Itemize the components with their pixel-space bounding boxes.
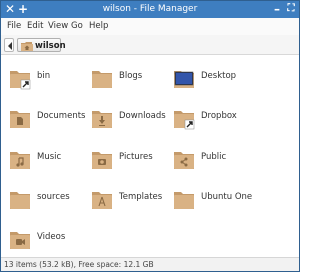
file-item-label: Downloads bbox=[119, 111, 166, 121]
file-item-documents[interactable]: Documents bbox=[3, 102, 95, 136]
location-bar: wilson bbox=[1, 35, 299, 55]
home-folder-icon bbox=[21, 42, 33, 51]
chevron-left-icon bbox=[8, 42, 12, 50]
file-item-public[interactable]: Public bbox=[167, 143, 259, 177]
file-item-label: Desktop bbox=[201, 71, 237, 81]
file-item-label: bin bbox=[37, 71, 51, 81]
folder-link-icon bbox=[174, 111, 195, 130]
window-title: wilson - File Manager bbox=[102, 4, 198, 14]
videos-folder-icon bbox=[10, 232, 30, 249]
menu-bar: File Edit View Go Help bbox=[1, 18, 299, 35]
file-item-music[interactable]: Music bbox=[3, 143, 95, 177]
file-item-downloads[interactable]: Downloads bbox=[85, 102, 177, 136]
title-bar: ✕ + wilson - File Manager – ⛶ bbox=[1, 1, 299, 18]
file-item-label: Pictures bbox=[119, 152, 153, 162]
status-bar: 13 items (53.2 kB), Free space: 12.1 GB bbox=[1, 257, 299, 271]
status-text: 13 items (53.2 kB), Free space: 12.1 GB bbox=[4, 260, 154, 269]
menu-edit[interactable]: Edit bbox=[27, 21, 43, 31]
file-item-label: Videos bbox=[37, 232, 66, 242]
file-item-label: Templates bbox=[119, 192, 163, 202]
menu-go[interactable]: Go bbox=[71, 21, 83, 31]
file-item-bin[interactable]: bin bbox=[3, 62, 95, 96]
back-button[interactable] bbox=[4, 38, 14, 52]
file-item-blogs[interactable]: Blogs bbox=[85, 62, 177, 96]
file-item-label: Blogs bbox=[119, 71, 143, 81]
file-item-label: sources bbox=[37, 192, 70, 202]
minimize-icon[interactable]: – bbox=[271, 3, 283, 15]
breadcrumb-home[interactable]: wilson bbox=[17, 38, 66, 52]
menu-file[interactable]: File bbox=[7, 21, 21, 31]
file-item-label: Public bbox=[201, 152, 227, 162]
menu-help[interactable]: Help bbox=[89, 21, 108, 31]
desktop-folder-icon bbox=[174, 71, 194, 88]
maximize-icon[interactable]: ⛶ bbox=[285, 3, 297, 15]
documents-folder-icon bbox=[10, 111, 30, 128]
folder-icon bbox=[10, 192, 30, 209]
file-item-label: Ubuntu One bbox=[201, 192, 253, 202]
file-item-templates[interactable]: Templates bbox=[85, 183, 177, 217]
folder-icon bbox=[174, 192, 194, 209]
breadcrumb-label: wilson bbox=[35, 41, 66, 51]
file-item-label: Music bbox=[37, 152, 62, 162]
file-item-desktop[interactable]: Desktop bbox=[167, 62, 259, 96]
file-item-sources[interactable]: sources bbox=[3, 183, 95, 217]
file-item-dropbox[interactable]: Dropbox bbox=[167, 102, 259, 136]
file-item-videos[interactable]: Videos bbox=[3, 223, 95, 257]
downloads-folder-icon bbox=[92, 111, 112, 128]
folder-icon bbox=[92, 71, 112, 88]
file-item-label: Dropbox bbox=[201, 111, 237, 121]
templates-folder-icon bbox=[92, 192, 112, 209]
file-item-ubuntu-one[interactable]: Ubuntu One bbox=[167, 183, 259, 217]
folder-link-icon bbox=[10, 71, 31, 90]
public-folder-icon bbox=[174, 152, 194, 169]
file-grid: bin Blogs Desktop Documents Downloads Dr… bbox=[1, 56, 299, 257]
music-folder-icon bbox=[10, 152, 30, 169]
menu-view[interactable]: View bbox=[48, 21, 68, 31]
pictures-folder-icon bbox=[92, 152, 112, 169]
file-item-pictures[interactable]: Pictures bbox=[85, 143, 177, 177]
file-item-label: Documents bbox=[37, 111, 86, 121]
file-manager-window: ✕ + wilson - File Manager – ⛶ File Edit … bbox=[0, 0, 300, 272]
